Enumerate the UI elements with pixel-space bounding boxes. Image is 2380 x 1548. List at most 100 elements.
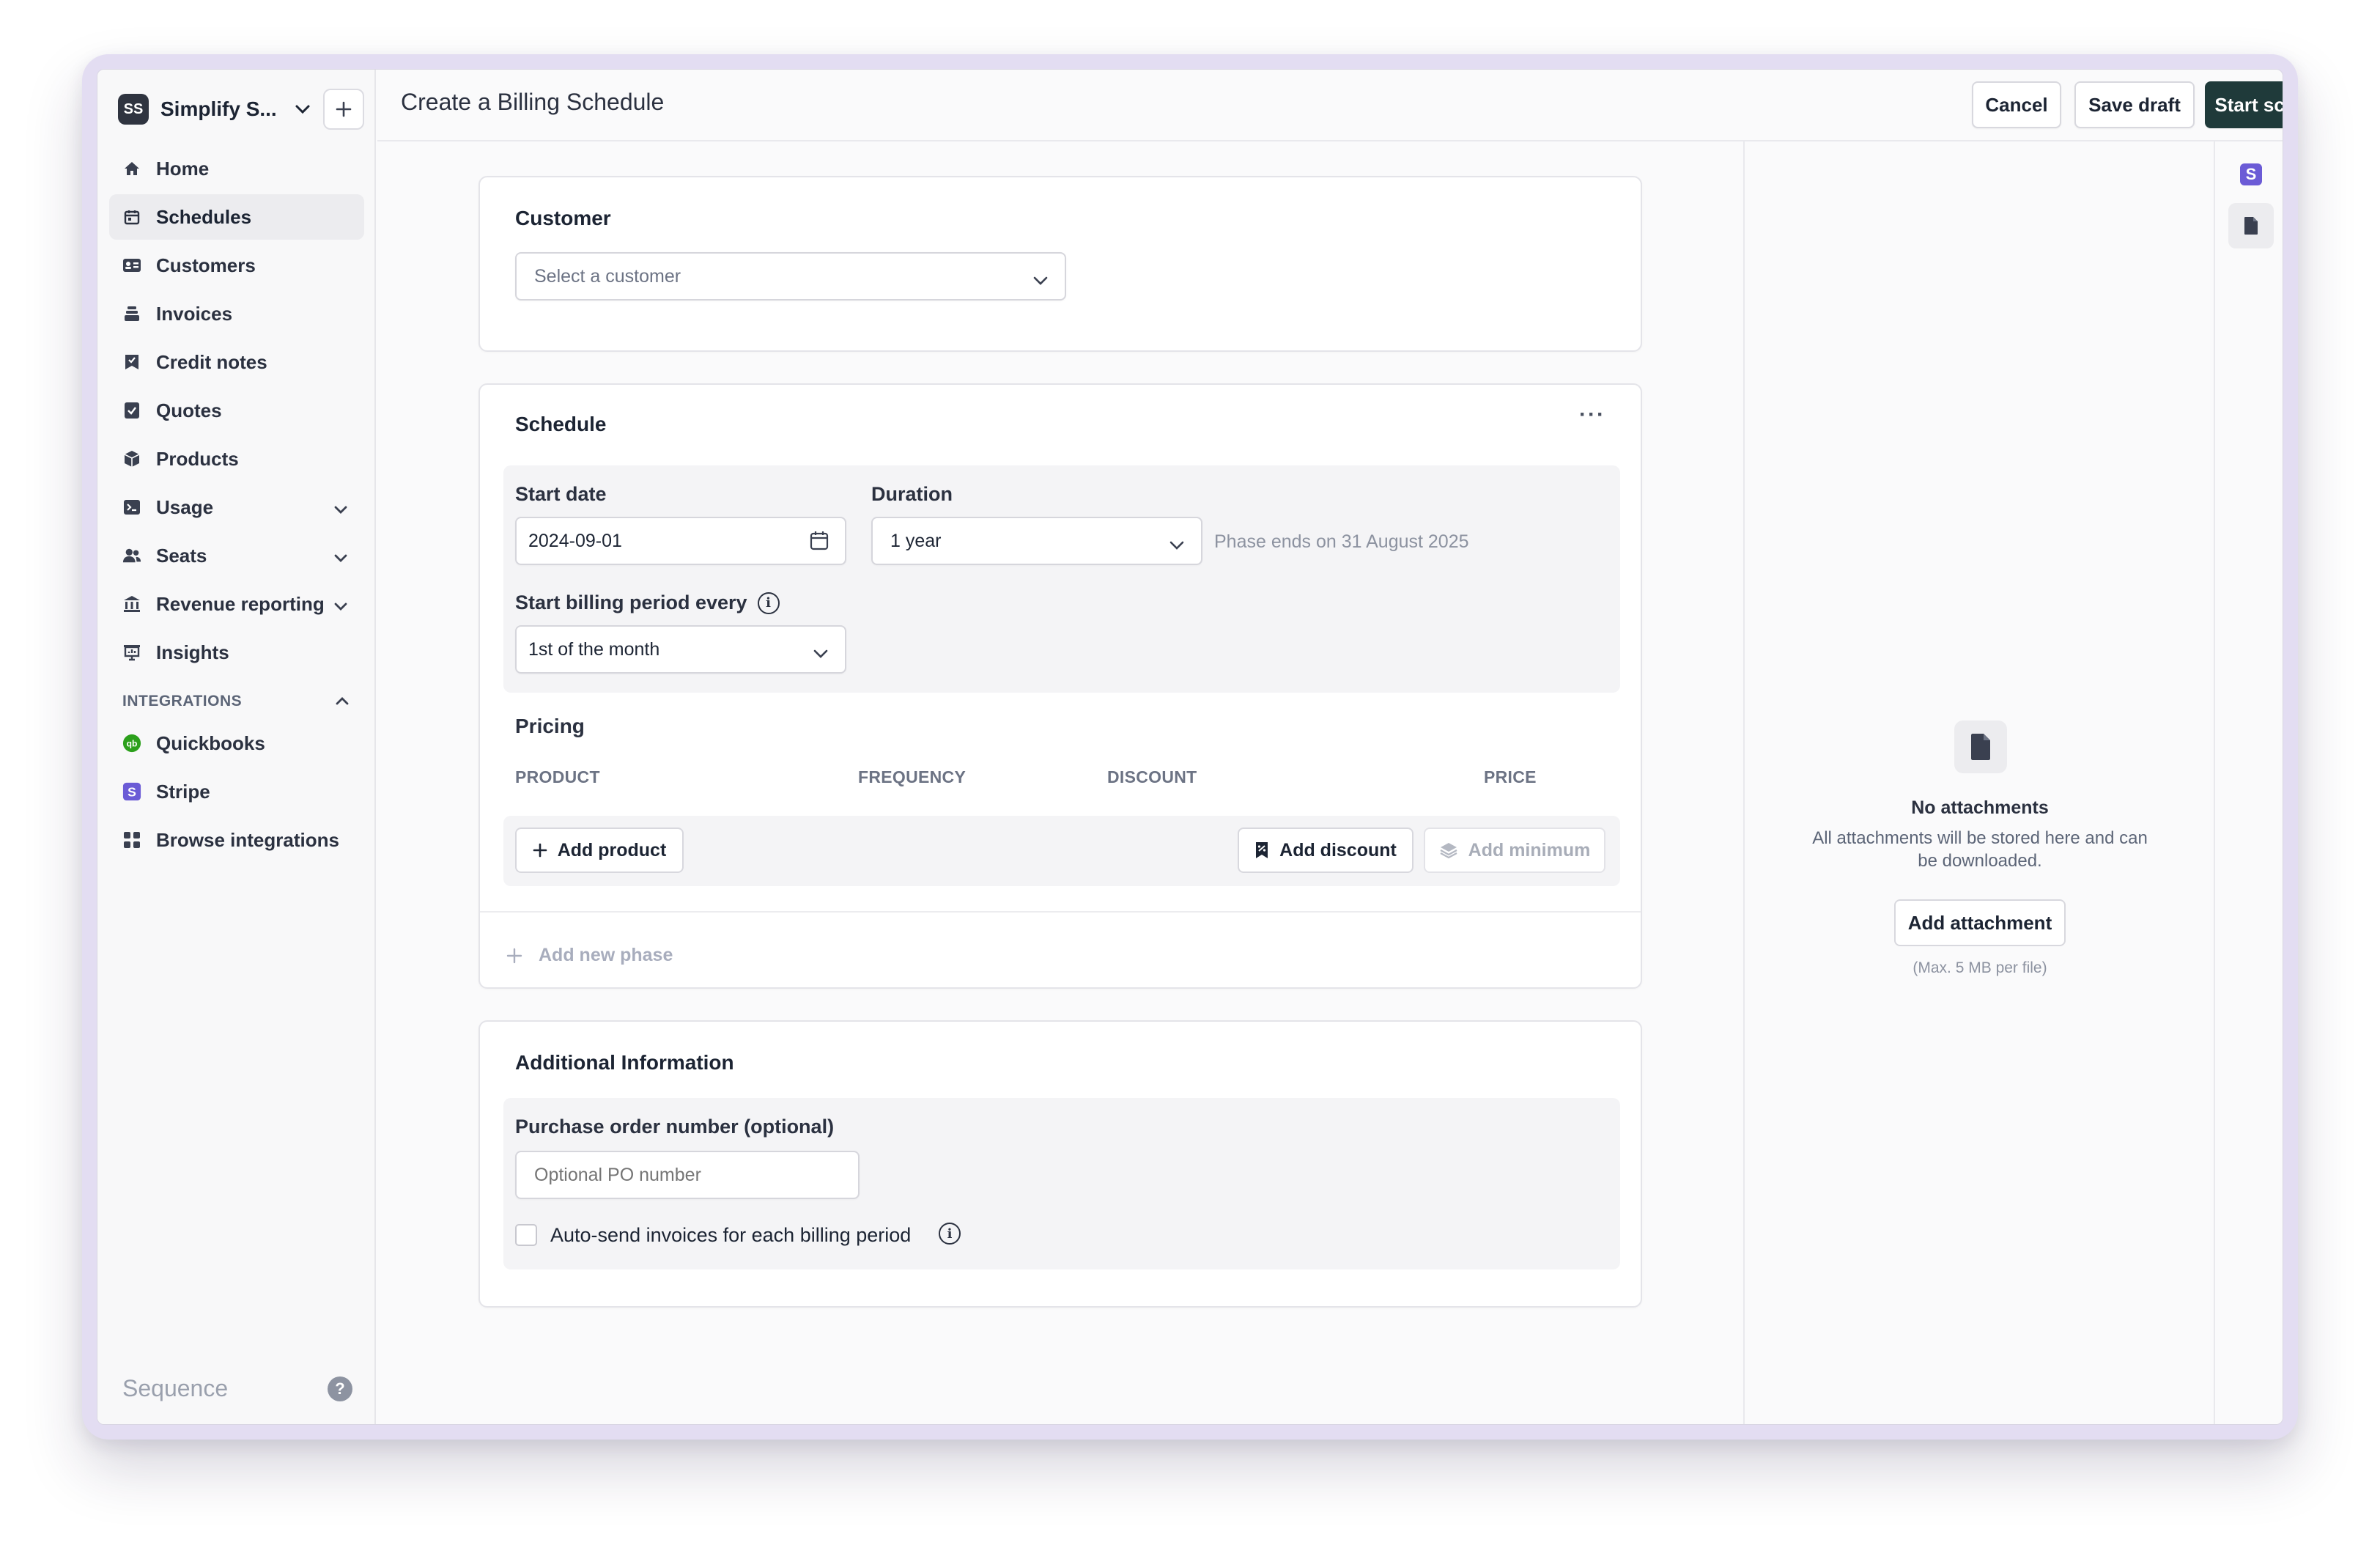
page-title: Create a Billing Schedule: [401, 89, 665, 115]
info-icon[interactable]: i: [939, 1223, 961, 1245]
plus-icon: [506, 948, 522, 964]
sidebar-item-label: Schedules: [156, 205, 252, 228]
schedule-card: Schedule ··· Start date 2024-09-01 Durat…: [478, 383, 1642, 989]
org-name: Simplify S...: [160, 97, 277, 120]
start-date-input[interactable]: 2024-09-01: [515, 517, 846, 565]
more-options-icon[interactable]: ···: [1579, 402, 1605, 427]
customer-card-title: Customer: [515, 207, 611, 229]
sidebar-item-invoices[interactable]: Invoices: [109, 291, 364, 336]
sidebar-item-schedules[interactable]: Schedules: [109, 194, 364, 240]
chevron-down-icon[interactable]: [333, 594, 348, 617]
quickbooks-icon: qb: [122, 734, 141, 753]
section-divider: [480, 911, 1641, 913]
chevron-down-icon[interactable]: [333, 546, 348, 569]
add-new-phase-button[interactable]: Add new phase: [506, 945, 673, 966]
sidebar-item-revenue-reporting[interactable]: Revenue reporting: [109, 581, 364, 627]
main-nav: Home Schedules Customers Invoices Credit…: [109, 146, 364, 678]
home-icon: [122, 159, 141, 178]
add-product-button[interactable]: Add product: [515, 828, 684, 873]
billing-period-label-row: Start billing period every i: [515, 591, 780, 614]
sidebar-item-label: Home: [156, 157, 210, 180]
sidebar-item-home[interactable]: Home: [109, 146, 364, 191]
add-minimum-label: Add minimum: [1468, 839, 1591, 860]
info-icon[interactable]: i: [757, 591, 780, 614]
column-header-frequency: FREQUENCY: [858, 767, 967, 786]
org-avatar: SS: [118, 94, 149, 125]
bank-icon: [122, 594, 141, 613]
sidebar-item-usage[interactable]: Usage: [109, 484, 364, 530]
add-discount-button[interactable]: Add discount: [1238, 828, 1413, 873]
sidebar-item-seats[interactable]: Seats: [109, 533, 364, 578]
column-header-discount: DISCOUNT: [1107, 767, 1197, 786]
sidebar-item-label: Credit notes: [156, 350, 267, 373]
billing-period-select[interactable]: 1st of the month: [515, 625, 846, 674]
schedule-settings-panel: Start date 2024-09-01 Duration 1 year Ph…: [503, 465, 1620, 693]
stripe-icon[interactable]: S: [2240, 163, 2262, 185]
chevron-down-icon: [295, 100, 311, 119]
sidebar-item-label: Insights: [156, 641, 229, 663]
duration-select[interactable]: 1 year: [871, 517, 1202, 565]
help-icon[interactable]: ?: [328, 1376, 352, 1401]
sidebar-item-credit-notes[interactable]: Credit notes: [109, 339, 364, 385]
document-icon[interactable]: [2228, 203, 2274, 248]
credit-note-icon: [122, 353, 141, 372]
sidebar-item-label: Products: [156, 447, 239, 470]
sidebar-item-quickbooks[interactable]: qb Quickbooks: [109, 720, 364, 766]
sidebar-item-customers[interactable]: Customers: [109, 243, 364, 288]
create-new-button[interactable]: [323, 89, 364, 130]
app-window: SS Simplify S... Home Schedules Customer…: [97, 69, 2283, 1425]
sidebar-item-browse-integrations[interactable]: Browse integrations: [109, 817, 364, 863]
grid-icon: [122, 830, 141, 849]
check-doc-icon: [122, 401, 141, 420]
users-icon: [122, 546, 141, 565]
add-product-label: Add product: [557, 839, 667, 860]
duration-label: Duration: [871, 483, 953, 505]
duration-value: 1 year: [890, 530, 942, 551]
column-header-product: PRODUCT: [515, 767, 600, 786]
sidebar-item-label: Invoices: [156, 302, 233, 325]
attachment-size-note: (Max. 5 MB per file): [1912, 959, 2047, 976]
chevron-down-icon[interactable]: [333, 498, 348, 520]
additional-info-card: Additional Information Purchase order nu…: [478, 1020, 1642, 1308]
attachments-empty-description: All attachments will be stored here and …: [1812, 828, 2148, 871]
integrations-section-label: INTEGRATIONS: [122, 693, 243, 710]
sidebar-item-stripe[interactable]: S Stripe: [109, 769, 364, 814]
id-card-icon: [122, 256, 141, 275]
discount-icon: [1254, 841, 1269, 859]
sidebar-item-label: Browse integrations: [156, 828, 339, 851]
stripe-icon: S: [122, 782, 141, 801]
pricing-actions-row: Add product Add discount Add minimum: [503, 816, 1620, 886]
save-draft-button[interactable]: Save draft: [2074, 81, 2195, 128]
document-icon: [1954, 720, 2007, 773]
additional-info-title: Additional Information: [515, 1051, 734, 1074]
add-discount-label: Add discount: [1279, 839, 1397, 860]
po-number-input[interactable]: [515, 1151, 860, 1199]
add-attachment-button[interactable]: Add attachment: [1894, 899, 2066, 946]
customer-select[interactable]: Select a customer: [515, 252, 1066, 301]
cancel-button[interactable]: Cancel: [1972, 81, 2061, 128]
calendar-icon: [122, 207, 141, 226]
sidebar-item-products[interactable]: Products: [109, 436, 364, 482]
svg-text:S: S: [128, 785, 136, 800]
start-date-label: Start date: [515, 483, 607, 505]
sidebar-item-insights[interactable]: Insights: [109, 630, 364, 675]
sidebar-item-quotes[interactable]: Quotes: [109, 388, 364, 433]
right-rail: S: [2214, 141, 2283, 1424]
page-header: Create a Billing Schedule Cancel Save dr…: [377, 70, 2283, 141]
plus-icon: [533, 843, 547, 858]
auto-send-checkbox[interactable]: [515, 1224, 537, 1246]
billing-period-value: 1st of the month: [528, 638, 660, 660]
calendar-icon[interactable]: [810, 530, 829, 556]
stack-icon: [122, 304, 141, 323]
integrations-section-toggle[interactable]: INTEGRATIONS: [122, 693, 350, 710]
sidebar-item-label: Seats: [156, 544, 207, 567]
column-header-price: PRICE: [1484, 767, 1537, 786]
sidebar-footer: Sequence ?: [122, 1375, 352, 1402]
chevron-down-icon: [1032, 270, 1049, 291]
add-minimum-button[interactable]: Add minimum: [1424, 828, 1605, 873]
start-schedule-button[interactable]: Start schedule: [2205, 81, 2283, 128]
brand-logo: Sequence: [122, 1375, 229, 1401]
integrations-nav: qb Quickbooks S Stripe Browse integratio…: [109, 720, 364, 866]
schedule-card-title: Schedule: [515, 413, 607, 435]
add-new-phase-label: Add new phase: [539, 945, 673, 965]
